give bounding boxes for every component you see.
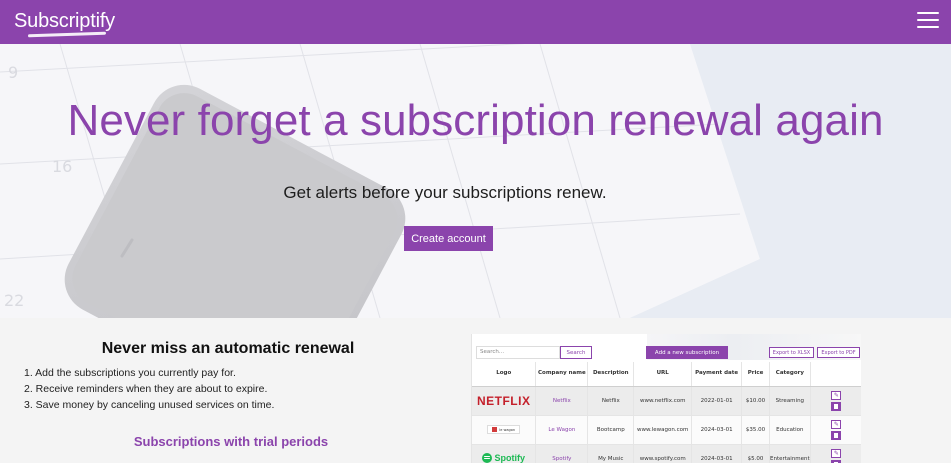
logo-cell: le wagon — [472, 415, 536, 445]
url-cell: www.lewagon.com — [633, 415, 692, 445]
steps-list: 1. Add the subscriptions you currently p… — [24, 365, 274, 413]
company-link[interactable]: Spotify — [552, 456, 571, 462]
edit-icon[interactable]: ✎ — [831, 390, 842, 400]
price-cell: $5.00 — [741, 444, 770, 463]
subscriptions-table: Logo Company name Description URL Paymen… — [472, 362, 861, 463]
step-item: 1. Add the subscriptions you currently p… — [24, 367, 236, 379]
features-section: Never miss an automatic renewal 1. Add t… — [0, 318, 470, 463]
category-cell: Entertainment — [769, 444, 811, 463]
trash-icon[interactable] — [831, 401, 842, 411]
step-item: 2. Receive reminders when they are about… — [24, 383, 268, 395]
category-cell: Education — [769, 415, 811, 445]
company-link[interactable]: Le Wagon — [548, 427, 575, 433]
column-header: Price — [741, 362, 770, 387]
actions-cell: ✎ — [809, 444, 861, 463]
hamburger-menu-icon[interactable] — [917, 11, 939, 29]
company-link[interactable]: Netflix — [553, 398, 571, 404]
step-item: 3. Save money by canceling unused servic… — [24, 399, 275, 411]
column-header: Description — [587, 362, 634, 387]
column-header: Payment date — [691, 362, 742, 387]
url-cell: www.spotify.com — [633, 444, 692, 463]
svg-text:16: 16 — [52, 157, 72, 176]
lewagon-logo: le wagon — [487, 425, 521, 434]
table-header-row: Logo Company name Description URL Paymen… — [472, 362, 861, 387]
url-cell: www.netflix.com — [633, 386, 692, 416]
edit-icon[interactable]: ✎ — [831, 448, 842, 458]
navbar: Subscriptify — [0, 0, 951, 44]
features-title: Never miss an automatic renewal — [101, 340, 355, 357]
table-row: le wagon Le Wagon Bootcamp www.lewagon.c… — [472, 415, 861, 445]
app-preview-screenshot: Search... Search Add a new subscription … — [471, 334, 861, 463]
table-row: Spotify Spotify My Music www.spotify.com… — [472, 444, 861, 463]
payment-date-cell: 2024-03-01 — [691, 415, 742, 445]
svg-text:9: 9 — [8, 63, 18, 82]
hero-title: Never forget a subscription renewal agai… — [67, 96, 884, 145]
description-cell: Bootcamp — [587, 415, 634, 445]
search-input[interactable]: Search... — [476, 346, 560, 359]
trash-icon[interactable] — [831, 459, 842, 463]
column-header — [809, 362, 861, 387]
hero-subtitle: Get alerts before your subscriptions ren… — [283, 183, 607, 202]
category-cell: Streaming — [769, 386, 811, 416]
trash-icon[interactable] — [831, 430, 842, 440]
add-subscription-button[interactable]: Add a new subscription — [646, 346, 728, 359]
trial-periods-title: Subscriptions with trial periods — [133, 434, 329, 449]
right-margin — [861, 318, 951, 463]
edit-icon[interactable]: ✎ — [831, 419, 842, 429]
logo-cell: NETFLIX — [472, 386, 536, 416]
payment-date-cell: 2024-03-01 — [691, 444, 742, 463]
search-button[interactable]: Search — [560, 346, 592, 359]
calendar-and-phone-photo: 9 16 22 — [0, 44, 951, 318]
column-header: Category — [769, 362, 811, 387]
create-account-button[interactable]: Create account — [404, 226, 493, 251]
table-row: NETFLIX Netflix Netflix www.netflix.com … — [472, 386, 861, 416]
column-header: URL — [633, 362, 692, 387]
column-header: Company name — [535, 362, 588, 387]
payment-date-cell: 2022-01-01 — [691, 386, 742, 416]
description-cell: My Music — [587, 444, 634, 463]
export-pdf-button[interactable]: Export to PDF — [817, 347, 860, 358]
description-cell: Netflix — [587, 386, 634, 416]
netflix-logo: NETFLIX — [476, 393, 531, 408]
actions-cell: ✎ — [809, 386, 861, 416]
export-xlsx-button[interactable]: Export to XLSX — [769, 347, 814, 358]
price-cell: $35.00 — [741, 415, 770, 445]
spotify-logo: Spotify — [482, 452, 525, 463]
brand-logo[interactable]: Subscriptify — [14, 10, 115, 33]
price-cell: $10.00 — [741, 386, 770, 416]
hero-section: 9 16 22 Never forget a subscription rene… — [0, 44, 951, 318]
actions-cell: ✎ — [809, 415, 861, 445]
svg-text:22: 22 — [4, 291, 24, 310]
logo-cell: Spotify — [472, 444, 536, 463]
column-header: Logo — [472, 362, 536, 387]
